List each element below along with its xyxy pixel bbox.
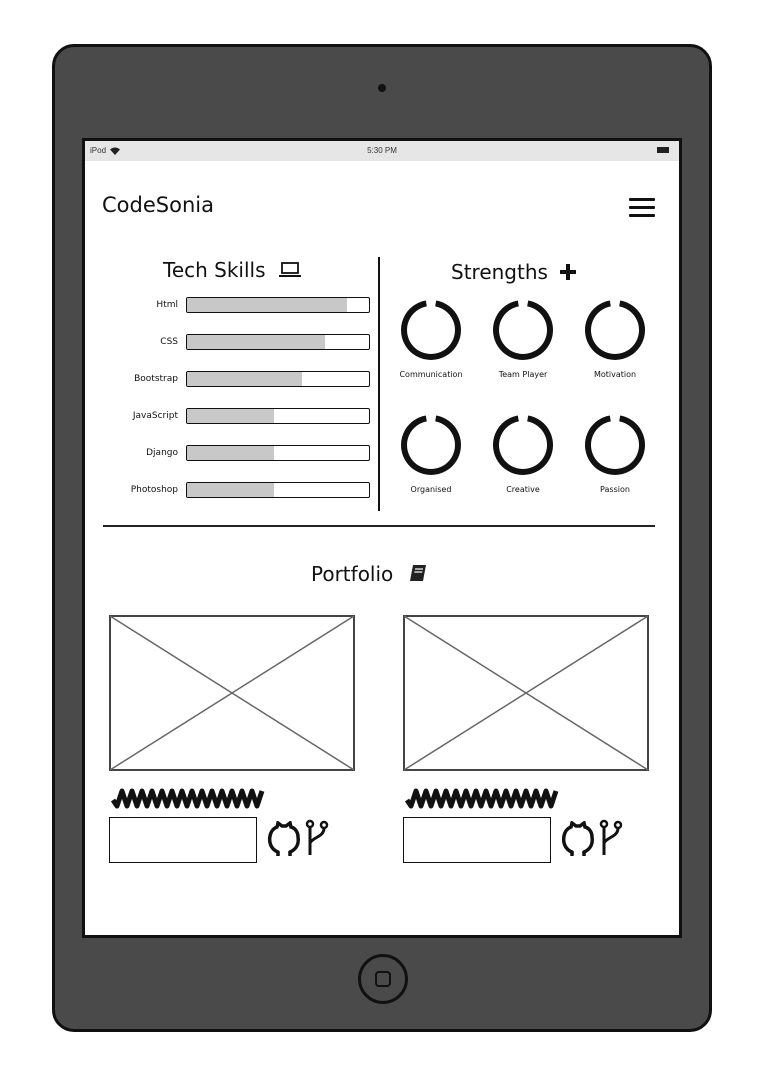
github-icon[interactable] (267, 821, 301, 857)
project-link-box[interactable] (403, 817, 551, 863)
home-button[interactable] (358, 954, 408, 1004)
status-bar: iPod 5:30 PM (85, 141, 679, 161)
project-link-box[interactable] (109, 817, 257, 863)
skill-progress-bar (186, 482, 370, 498)
strength-item: Communication (391, 297, 471, 379)
skill-label: CSS (160, 337, 178, 347)
portfolio-image-placeholder[interactable] (109, 615, 355, 771)
tech-skills-heading: Tech Skills (163, 258, 302, 282)
strength-item: Passion (575, 412, 655, 494)
strength-label: Team Player (498, 370, 548, 379)
strength-label: Organised (410, 485, 452, 494)
book-icon (409, 565, 426, 581)
portfolio-heading: Portfolio (311, 562, 428, 586)
laptop-icon (278, 262, 301, 277)
strength-label: Motivation (593, 370, 637, 379)
skill-label: Html (156, 300, 178, 310)
skill-label: Bootstrap (134, 374, 178, 384)
skill-progress-bar (186, 334, 370, 350)
strength-label: Communication (399, 370, 463, 379)
strengths-title: Strengths (451, 260, 548, 284)
github-icon[interactable] (561, 821, 595, 857)
project-title-scribble (405, 788, 559, 809)
strength-ring-icon (401, 415, 461, 475)
git-branch-icon[interactable] (599, 819, 623, 857)
strength-ring-icon (493, 300, 553, 360)
tablet-screen: iPod 5:30 PM CodeSonia Tech Skills Html C… (82, 138, 682, 938)
strength-item: Team Player (483, 297, 563, 379)
battery-icon (657, 147, 669, 153)
brand-logo[interactable]: CodeSonia (102, 193, 214, 217)
strengths-heading: Strengths (451, 260, 577, 284)
skill-label: Photoshop (130, 485, 178, 495)
portfolio-image-placeholder[interactable] (403, 615, 649, 771)
plus-icon (560, 264, 577, 280)
skill-progress-bar (186, 371, 370, 387)
skill-label: Django (146, 448, 178, 458)
strength-ring-icon (493, 415, 553, 475)
skill-progress-fill (187, 372, 302, 386)
skill-progress-bar (186, 408, 370, 424)
portfolio-title: Portfolio (311, 562, 394, 586)
tech-skills-title: Tech Skills (163, 258, 266, 282)
skill-progress-fill (187, 446, 275, 460)
strength-item: Motivation (575, 297, 655, 379)
git-branch-icon[interactable] (305, 819, 329, 857)
status-time: 5:30 PM (367, 146, 397, 155)
section-divider-horizontal (103, 525, 655, 527)
camera-icon (378, 84, 386, 92)
skill-progress-bar (186, 445, 370, 461)
strength-label: Creative (506, 485, 540, 494)
strength-ring-icon (585, 300, 645, 360)
hamburger-menu-icon[interactable] (629, 198, 655, 218)
skill-progress-fill (187, 335, 326, 349)
skill-progress-fill (187, 483, 275, 497)
skill-progress-fill (187, 409, 275, 423)
strength-ring-icon (585, 415, 645, 475)
strength-ring-icon (401, 300, 461, 360)
project-title-scribble (111, 788, 265, 809)
skill-progress-fill (187, 298, 348, 312)
strength-item: Creative (483, 412, 563, 494)
skill-label: JavaScript (132, 411, 178, 421)
strength-label: Passion (600, 485, 630, 494)
skill-progress-bar (186, 297, 370, 313)
section-divider-vertical (378, 257, 380, 511)
strength-item: Organised (391, 412, 471, 494)
